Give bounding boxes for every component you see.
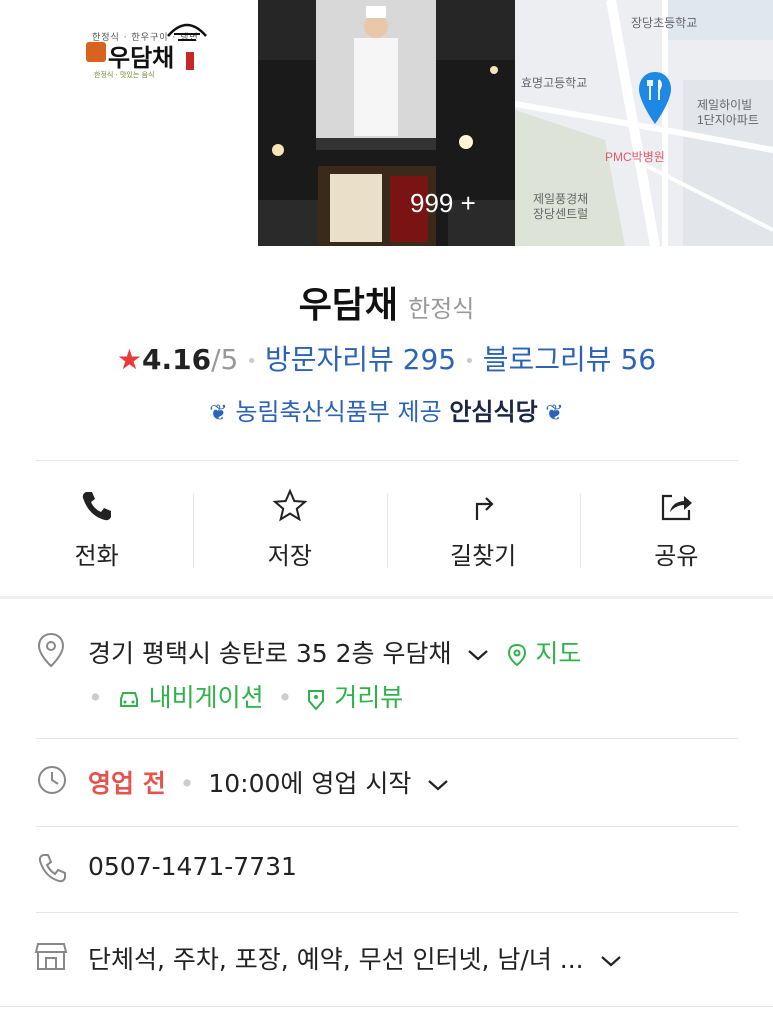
roof-icon (167, 23, 207, 41)
divider (36, 826, 738, 827)
share-icon (662, 494, 693, 521)
address-text[interactable]: 경기 평택시 송탄로 35 2층 우담채 (88, 639, 451, 668)
chevron-down-icon[interactable] (427, 778, 449, 792)
divider (0, 1006, 773, 1007)
share-label: 공유 (654, 542, 699, 570)
place-title: 우담채 한정식 (0, 276, 773, 328)
navigation-link[interactable]: 내비게이션 (117, 683, 272, 712)
location-pin-icon (37, 632, 65, 668)
map-label-school1: 장당초등학교 (631, 16, 698, 30)
interior-photo[interactable]: 999 + (258, 0, 515, 246)
streetview-link-label: 거리뷰 (334, 683, 404, 712)
rating-value: 4.16 (142, 343, 212, 376)
photo-count: 999 + (410, 188, 476, 218)
logo-photo[interactable]: 한정식 · 한우구이 · 냉면 우담채 한정식 · 맛있는 음식 (0, 0, 258, 246)
divider (36, 738, 738, 739)
car-icon (119, 692, 138, 707)
phone-number[interactable]: 0507-1471-7731 (88, 852, 297, 881)
action-bar: 전화 저장 길찾기 공유 (0, 480, 773, 580)
map-thumbnail[interactable]: 장당초등학교 효명고등학교 제일하이빌 1단지아파트 PMC박병원 제일풍경채 … (515, 0, 773, 246)
rating-max: /5 (211, 343, 239, 376)
directions-label: 길찾기 (450, 542, 517, 570)
place-category: 한정식 (408, 295, 475, 323)
share-button[interactable]: 공유 (579, 480, 773, 580)
separator-dot: • (277, 683, 293, 712)
amenities-row[interactable]: 단체석, 주차, 포장, 예약, 무선 인터넷, 남/녀 ... (88, 940, 622, 976)
laurel-right-icon: ❦ (545, 401, 564, 426)
star-icon (272, 488, 308, 522)
business-hours: 10:00에 영업 시작 (208, 769, 412, 798)
blog-reviews-link[interactable]: 블로그리뷰 56 (483, 343, 656, 376)
separator-dot: • (246, 350, 257, 372)
visitor-reviews-link[interactable]: 방문자리뷰 295 (265, 343, 456, 376)
map-label-hospital: PMC박병원 (605, 150, 665, 164)
business-status: 영업 전 (88, 769, 166, 798)
store-icon (34, 943, 68, 970)
map-pin-icon (639, 72, 671, 124)
divider (36, 912, 738, 913)
separator-dot: • (179, 769, 195, 798)
navigation-link-label: 내비게이션 (148, 683, 264, 712)
call-button[interactable]: 전화 (0, 480, 193, 580)
directions-icon (476, 497, 494, 520)
separator-dot: • (464, 350, 475, 372)
directions-button[interactable]: 길찾기 (386, 480, 580, 580)
streetview-icon (308, 690, 325, 711)
clock-icon (38, 766, 66, 794)
streetview-link[interactable]: 거리뷰 (306, 683, 403, 712)
section-divider (0, 596, 773, 599)
save-button[interactable]: 저장 (193, 480, 386, 580)
navigation-links: • 내비게이션 • 거리뷰 (88, 678, 403, 714)
map-label-school2: 효명고등학교 (521, 76, 588, 90)
hours-row[interactable]: 영업 전 • 10:00에 영업 시작 (88, 764, 449, 800)
map-pin-small-icon (508, 643, 527, 667)
address-row: 경기 평택시 송탄로 35 2층 우담채 지도 (88, 634, 581, 670)
map-link-label: 지도 (535, 639, 582, 668)
logo-mark-icon (86, 42, 106, 62)
map-link[interactable]: 지도 (507, 639, 581, 668)
photo-gallery[interactable]: 한정식 · 한우구이 · 냉면 우담채 한정식 · 맛있는 음식 999 + 장… (0, 0, 773, 246)
logo-name: 우담채 (108, 43, 175, 72)
chevron-down-icon[interactable] (467, 648, 489, 662)
badge-title: 안심식당 (449, 398, 538, 426)
interior-photo-image (258, 0, 515, 246)
separator-dot: • (88, 683, 103, 712)
map-label-apt: 제일하이빌 1단지아파트 (697, 98, 759, 127)
chevron-down-icon[interactable] (600, 954, 622, 968)
phone-outline-icon (38, 854, 66, 883)
map-label-center: 제일풍경채 장당센트럴 (533, 192, 589, 221)
save-label: 저장 (267, 542, 312, 570)
laurel-left-icon: ❦ (209, 401, 228, 426)
badge-provider: 농림축산식품부 제공 (235, 398, 442, 426)
call-label: 전화 (74, 542, 119, 570)
place-name: 우담채 (298, 285, 399, 326)
safe-restaurant-badge[interactable]: ❦ 농림축산식품부 제공 안심식당 ❦ (0, 392, 773, 427)
logo-sub-text: 한정식 · 맛있는 음식 (94, 71, 155, 79)
divider (36, 460, 738, 461)
rating-star-icon: ★ (116, 343, 142, 376)
seal-icon (186, 52, 194, 70)
rating-review-row: ★4.16/5 • 방문자리뷰 295 • 블로그리뷰 56 (0, 338, 773, 378)
phone-icon (82, 492, 111, 521)
amenities-text: 단체석, 주차, 포장, 예약, 무선 인터넷, 남/녀 ... (88, 945, 584, 974)
